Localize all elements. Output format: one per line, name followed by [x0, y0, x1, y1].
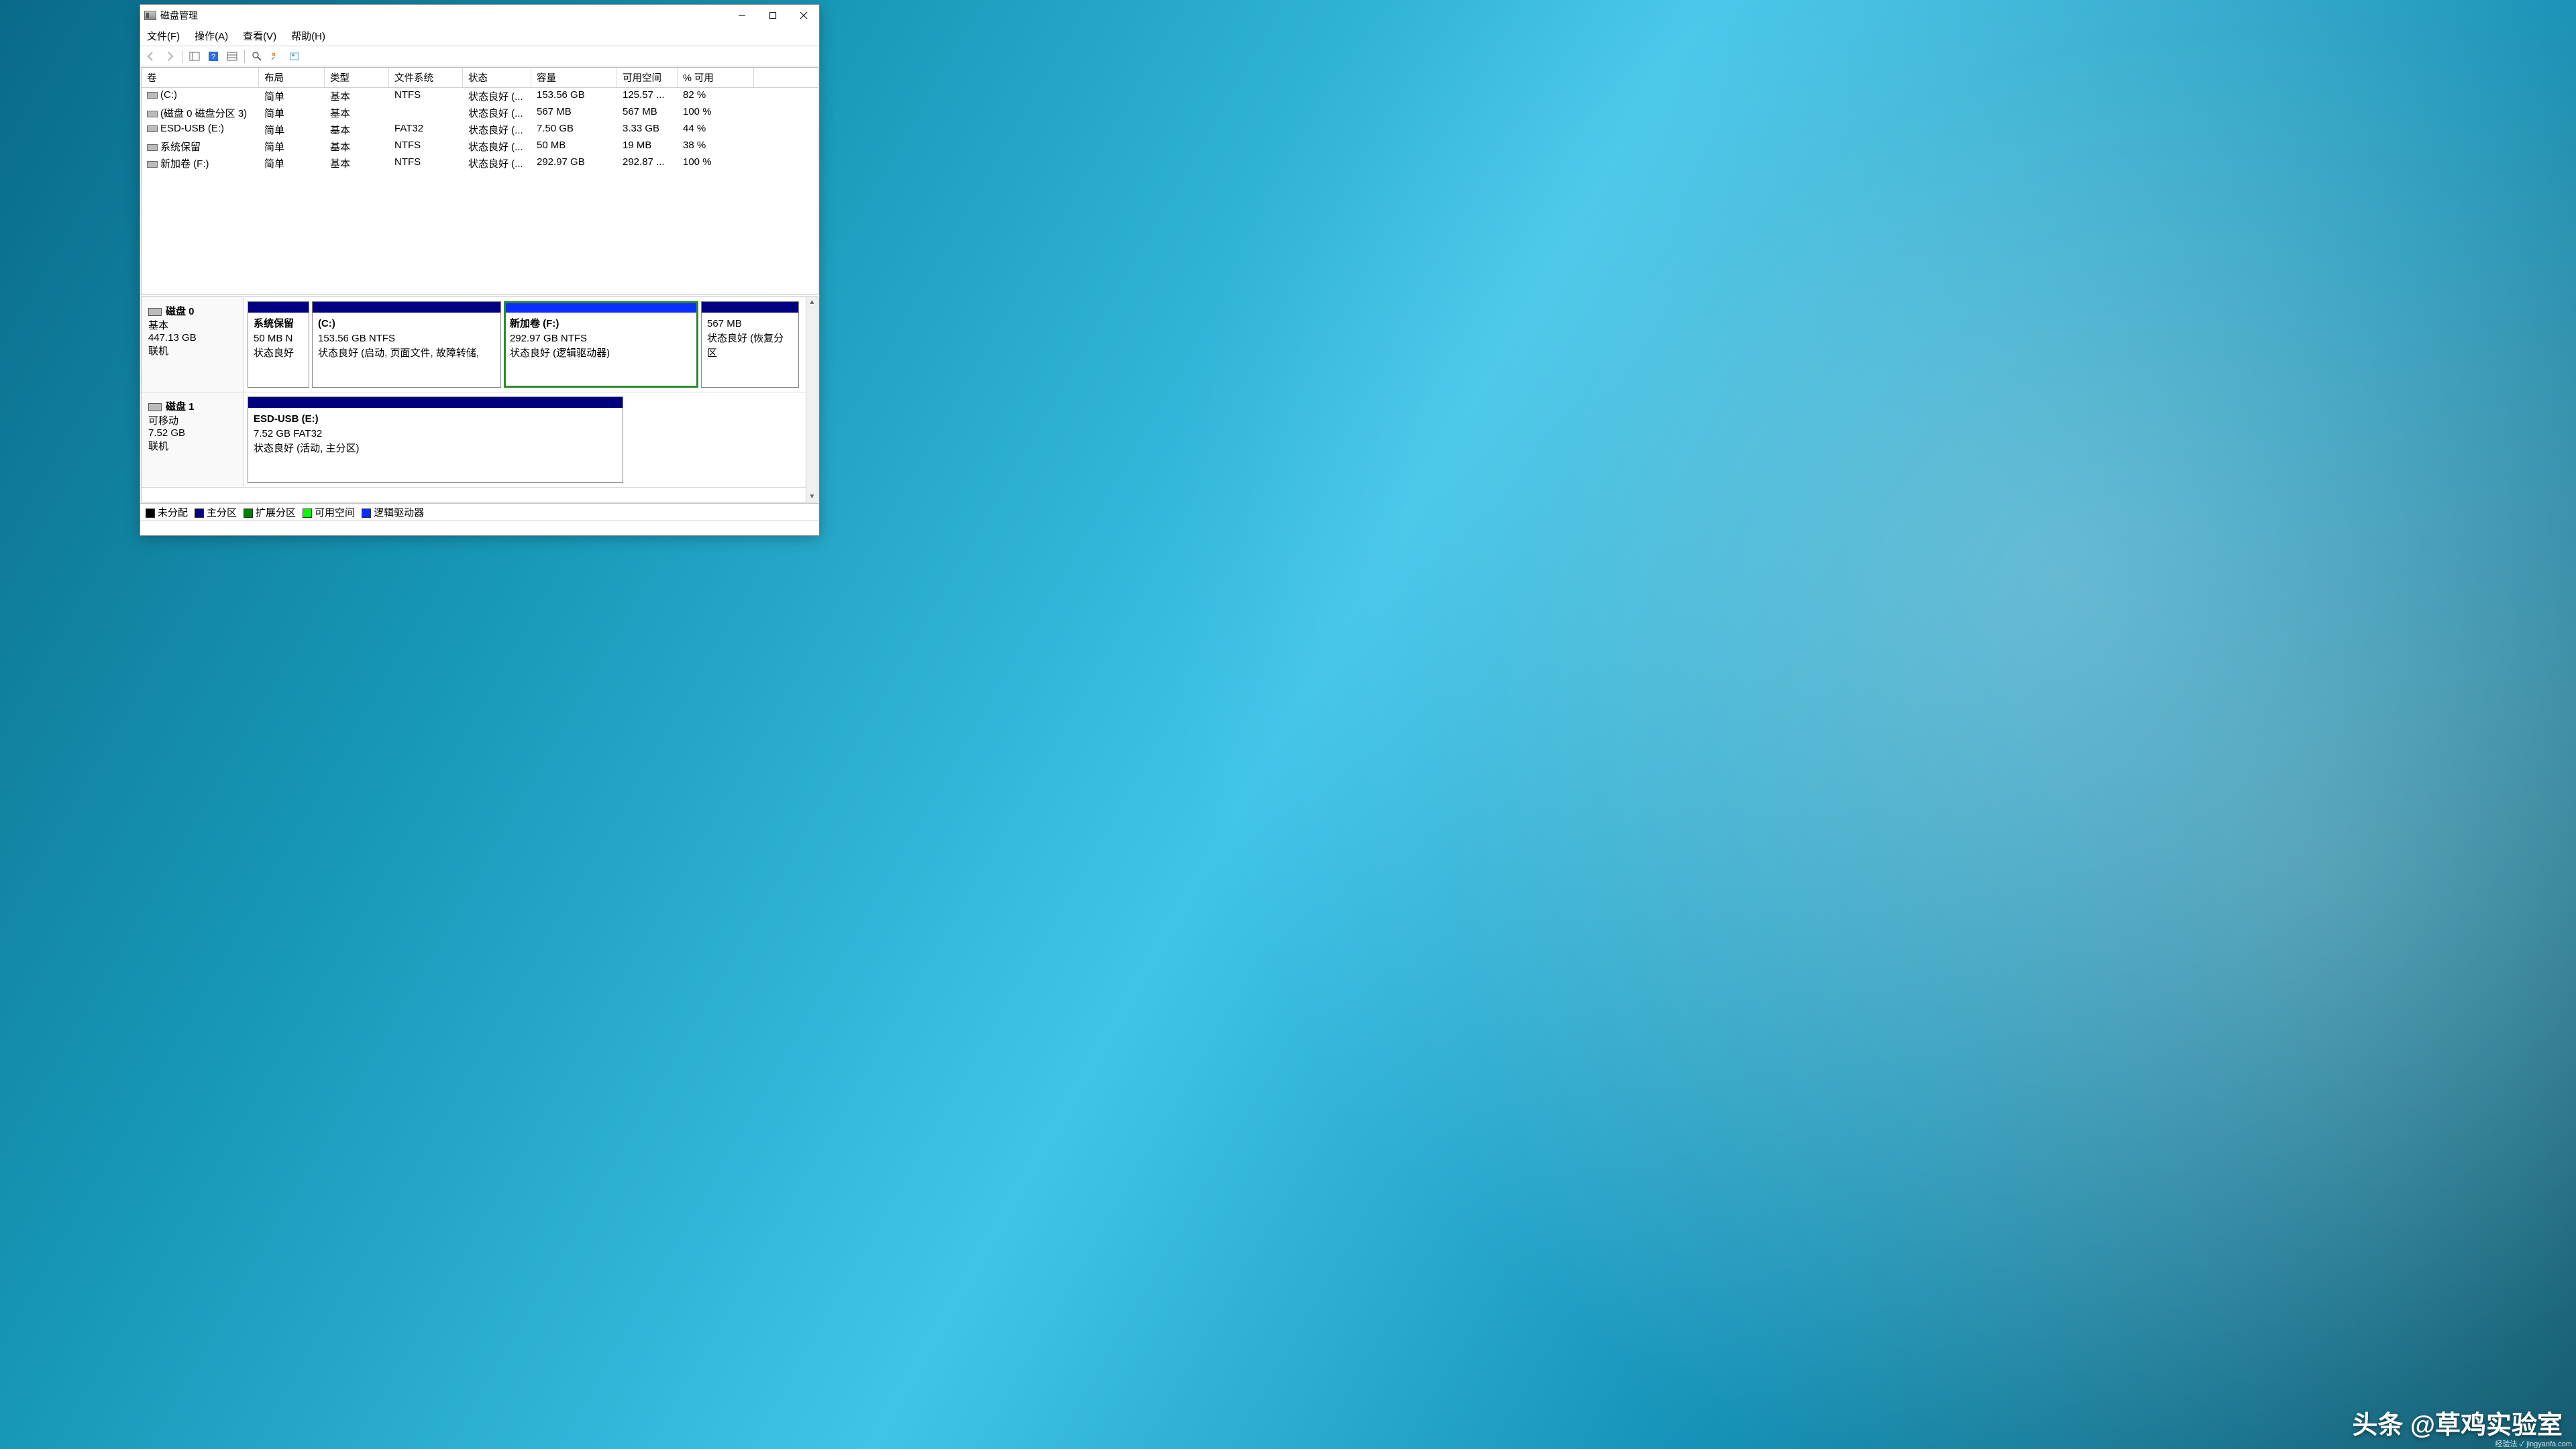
menu-view[interactable]: 查看(V): [241, 28, 278, 44]
col-header-volume[interactable]: 卷: [142, 68, 259, 87]
list-view-button[interactable]: [224, 49, 240, 64]
volume-list-header: 卷 布局 类型 文件系统 状态 容量 可用空间 % 可用: [142, 68, 818, 88]
partition-stripe: [504, 302, 698, 313]
legend-unallocated: 未分配: [146, 505, 188, 519]
disk-icon: [147, 161, 158, 168]
col-header-pct[interactable]: % 可用: [678, 68, 754, 87]
svg-text:?: ?: [211, 53, 215, 61]
menu-file[interactable]: 文件(F): [146, 28, 181, 44]
watermark-main: 头条 @草鸡实验室: [2352, 1404, 2563, 1441]
legend: 未分配 主分区 扩展分区 可用空间 逻辑驱动器: [140, 503, 819, 521]
partition-stripe: [702, 302, 798, 313]
menu-action[interactable]: 操作(A): [193, 28, 229, 44]
disk-row: 磁盘 0基本447.13 GB联机系统保留50 MB N状态良好(C:)153.…: [142, 297, 806, 392]
disk-graphical-view: 磁盘 0基本447.13 GB联机系统保留50 MB N状态良好(C:)153.…: [141, 297, 818, 502]
vertical-scrollbar[interactable]: ▲ ▼: [806, 297, 818, 502]
maximize-button[interactable]: [757, 5, 788, 26]
disk-icon: [148, 403, 162, 411]
properties-button[interactable]: [249, 49, 265, 64]
watermark-corner: 经验法 ✓ jingyanfa.com: [2496, 1438, 2573, 1449]
scroll-up-icon[interactable]: ▲: [809, 297, 816, 307]
settings-button[interactable]: [286, 49, 303, 64]
window-title: 磁盘管理: [160, 9, 198, 22]
partition[interactable]: ESD-USB (E:)7.52 GB FAT32状态良好 (活动, 主分区): [248, 396, 623, 483]
disk-icon: [148, 308, 162, 316]
col-header-free[interactable]: 可用空间: [617, 68, 678, 87]
titlebar: 磁盘管理: [140, 5, 819, 26]
legend-extended: 扩展分区: [244, 505, 296, 519]
close-button[interactable]: [788, 5, 819, 26]
partition-stripe: [248, 397, 623, 408]
disk-label[interactable]: 磁盘 0基本447.13 GB联机: [142, 297, 244, 392]
table-row[interactable]: 新加卷 (F:)简单基本NTFS状态良好 (...292.97 GB292.87…: [142, 155, 818, 172]
table-row[interactable]: (磁盘 0 磁盘分区 3)简单基本状态良好 (...567 MB567 MB10…: [142, 105, 818, 121]
menubar: 文件(F) 操作(A) 查看(V) 帮助(H): [140, 26, 819, 46]
toolbar-separator: [244, 50, 245, 63]
refresh-button[interactable]: [268, 49, 284, 64]
disk-icon: [147, 111, 158, 117]
app-icon: [144, 11, 156, 20]
legend-free: 可用空间: [303, 505, 355, 519]
disk-management-window: 磁盘管理 文件(F) 操作(A) 查看(V) 帮助(H) ? 卷 布局: [140, 4, 820, 536]
minimize-button[interactable]: [727, 5, 757, 26]
partition[interactable]: 567 MB状态良好 (恢复分区: [701, 301, 799, 388]
partition-stripe: [248, 302, 309, 313]
toolbar: ?: [140, 46, 819, 66]
disk-row: 磁盘 1可移动7.52 GB联机ESD-USB (E:)7.52 GB FAT3…: [142, 392, 806, 488]
disk-icon: [147, 125, 158, 132]
legend-primary: 主分区: [195, 505, 237, 519]
disk-label[interactable]: 磁盘 1可移动7.52 GB联机: [142, 392, 244, 487]
show-hide-tree-button[interactable]: [186, 49, 203, 64]
table-row[interactable]: ESD-USB (E:)简单基本FAT32状态良好 (...7.50 GB3.3…: [142, 121, 818, 138]
col-header-type[interactable]: 类型: [325, 68, 389, 87]
disk-icon: [147, 92, 158, 99]
table-row[interactable]: 系统保留简单基本NTFS状态良好 (...50 MB19 MB38 %: [142, 138, 818, 155]
col-header-status[interactable]: 状态: [463, 68, 531, 87]
menu-help[interactable]: 帮助(H): [290, 28, 327, 44]
status-bar: [140, 521, 819, 535]
scroll-down-icon[interactable]: ▼: [809, 492, 816, 502]
help-button[interactable]: ?: [205, 49, 221, 64]
legend-logical: 逻辑驱动器: [362, 505, 424, 519]
disk-icon: [147, 144, 158, 151]
back-button[interactable]: [143, 49, 159, 64]
col-header-capacity[interactable]: 容量: [531, 68, 617, 87]
partition[interactable]: (C:)153.56 GB NTFS状态良好 (启动, 页面文件, 故障转储,: [312, 301, 501, 388]
table-row[interactable]: (C:)简单基本NTFS状态良好 (...153.56 GB125.57 ...…: [142, 88, 818, 105]
partition-stripe: [313, 302, 500, 313]
partition[interactable]: 新加卷 (F:)292.97 GB NTFS状态良好 (逻辑驱动器): [504, 301, 698, 388]
partition[interactable]: 系统保留50 MB N状态良好: [248, 301, 309, 388]
forward-button[interactable]: [162, 49, 178, 64]
col-header-fs[interactable]: 文件系统: [389, 68, 463, 87]
volume-list: 卷 布局 类型 文件系统 状态 容量 可用空间 % 可用 (C:)简单基本NTF…: [141, 67, 818, 295]
col-header-layout[interactable]: 布局: [259, 68, 325, 87]
